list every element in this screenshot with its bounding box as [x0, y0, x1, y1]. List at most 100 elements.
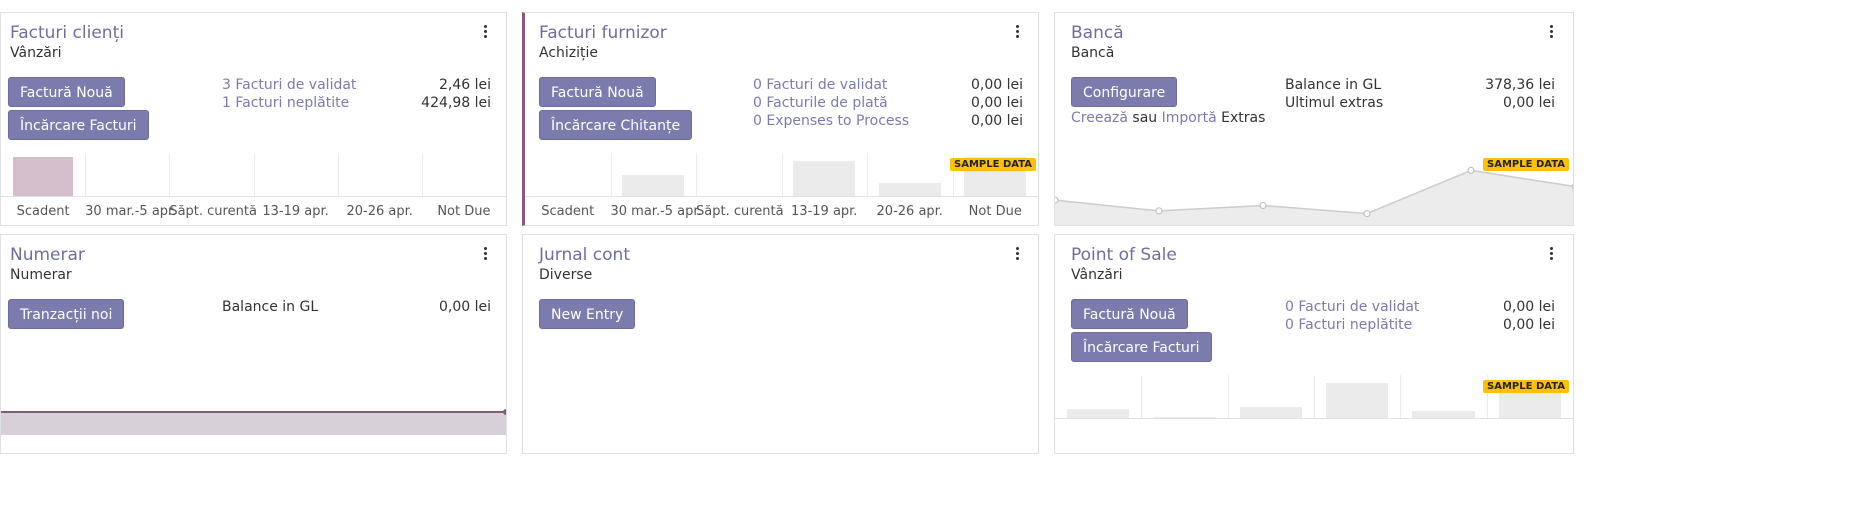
new-transactions-button[interactable]: Tranzacții noi: [8, 299, 125, 329]
cash-balance-chart[interactable]: [1, 405, 507, 435]
chart-column: [1141, 375, 1228, 419]
chart-point: [1155, 207, 1163, 215]
balance-gl-label: Balance in GL: [1285, 77, 1382, 93]
chart-tick-label: Săpt. curentă: [696, 204, 784, 219]
chart-point: [1571, 183, 1573, 190]
journal-card-jurnal-cont: Jurnal cont Diverse New Entry: [522, 234, 1039, 454]
more-options-icon[interactable]: [484, 25, 488, 40]
chart-bar[interactable]: [1326, 383, 1389, 419]
more-options-icon[interactable]: [1016, 25, 1020, 40]
chart-tick-label: 20-26 apr.: [876, 204, 943, 219]
unpaid-link[interactable]: 1 Facturi neplătite: [222, 95, 349, 111]
journal-card-facturi-clienti: Facturi clienți Vânzări Factură Nouă Înc…: [0, 12, 507, 226]
chart-column: [169, 153, 254, 197]
chart-tick-label: Scadent: [16, 204, 70, 219]
balance-gl-amount: 378,36 lei: [1485, 77, 1555, 93]
chart-column: [421, 153, 506, 197]
new-invoice-button[interactable]: Factură Nouă: [539, 77, 656, 107]
to-pay-link[interactable]: 0 Facturile de plată: [753, 95, 888, 111]
aged-receivables-chart[interactable]: [1, 153, 506, 197]
chart-column: [525, 153, 611, 197]
chart-point: [1363, 210, 1371, 218]
chart-point: [1259, 202, 1267, 209]
card-title[interactable]: Facturi furnizor: [539, 23, 667, 43]
chart-tick-label: Scadent: [541, 204, 595, 219]
card-title[interactable]: Facturi clienți: [10, 23, 124, 43]
more-options-icon[interactable]: [484, 247, 488, 262]
chart-tick-label: 30 mar.-5 apr.: [85, 204, 177, 219]
card-subtitle: Diverse: [539, 267, 593, 283]
journal-card-numerar: Numerar Numerar Tranzacții noi Balance i…: [0, 234, 507, 454]
card-subtitle: Vânzări: [1071, 267, 1123, 283]
journal-card-banca: Bancă Bancă Configurare Balance in GL 37…: [1054, 12, 1574, 226]
more-options-icon[interactable]: [1550, 247, 1554, 262]
balance-gl-label: Balance in GL: [222, 299, 319, 315]
to-validate-amount: 0,00 lei: [970, 77, 1023, 93]
chart-tick-label: 13-19 apr.: [791, 204, 858, 219]
chart-baseline: [1, 196, 506, 197]
new-entry-button[interactable]: New Entry: [539, 299, 636, 329]
to-validate-link[interactable]: 0 Facturi de validat: [753, 77, 887, 93]
chart-tick-label: Săpt. curentă: [169, 204, 257, 219]
balance-gl-amount: 0,00 lei: [438, 299, 491, 315]
more-options-icon[interactable]: [1550, 25, 1554, 40]
create-link[interactable]: Creează: [1071, 110, 1128, 126]
card-subtitle: Vânzări: [10, 45, 62, 61]
chart-column: [337, 153, 423, 197]
new-invoice-button[interactable]: Factură Nouă: [1071, 299, 1188, 329]
to-validate-link[interactable]: 3 Facturi de validat: [222, 77, 356, 93]
upload-invoices-button[interactable]: Încărcare Facturi: [8, 110, 149, 140]
extras-text: Extras: [1221, 110, 1266, 126]
more-options-icon[interactable]: [1016, 247, 1020, 262]
to-validate-amount: 2,46 lei: [438, 77, 491, 93]
chart-area: [1055, 170, 1573, 225]
chart-point: [1055, 196, 1059, 204]
chart-bar[interactable]: [793, 161, 856, 197]
expenses-amount: 0,00 lei: [970, 113, 1023, 129]
unpaid-amount: 0,00 lei: [1502, 317, 1555, 333]
unpaid-amount: 424,98 lei: [421, 95, 491, 111]
last-statement-amount: 0,00 lei: [1502, 95, 1555, 111]
card-subtitle: Achiziție: [539, 45, 599, 61]
card-title[interactable]: Numerar: [10, 245, 85, 265]
chart-tick-label: Not Due: [437, 204, 491, 219]
chart-tick-label: Not Due: [968, 204, 1022, 219]
card-title[interactable]: Jurnal cont: [539, 245, 630, 265]
chart-bar[interactable]: [12, 157, 74, 197]
sample-data-badge: SAMPLE DATA: [1483, 380, 1569, 393]
card-title[interactable]: Point of Sale: [1071, 245, 1177, 265]
journal-card-facturi-furnizor: Facturi furnizor Achiziție Factură Nouă …: [522, 12, 1039, 226]
card-subtitle: Bancă: [1071, 45, 1115, 61]
card-title[interactable]: Bancă: [1071, 23, 1124, 43]
chart-column: [85, 153, 170, 197]
chart-bar[interactable]: [878, 183, 941, 197]
last-statement-label: Ultimul extras: [1285, 95, 1384, 111]
upload-receipts-button[interactable]: Încărcare Chitanțe: [539, 110, 693, 140]
chart-column: [696, 153, 783, 197]
sample-data-badge: SAMPLE DATA: [1483, 158, 1569, 171]
chart-tick-label: 30 mar.-5 apr.: [610, 204, 702, 219]
journal-card-point-of-sale: Point of Sale Vânzări Factură Nouă Încăr…: [1054, 234, 1574, 454]
chart-point: [1467, 166, 1475, 174]
chart-bar[interactable]: [1498, 389, 1561, 419]
upload-invoices-button[interactable]: Încărcare Facturi: [1071, 332, 1212, 362]
to-validate-link[interactable]: 0 Facturi de validat: [1285, 299, 1419, 315]
import-link[interactable]: Importă: [1162, 110, 1217, 126]
new-invoice-button[interactable]: Factură Nouă: [8, 77, 125, 107]
sample-data-badge: SAMPLE DATA: [950, 158, 1036, 171]
create-import-line: Creează sau Importă Extras: [1071, 110, 1265, 126]
or-text: sau: [1132, 110, 1158, 126]
chart-baseline: [525, 196, 1038, 197]
chart-bar[interactable]: [622, 175, 685, 197]
chart-area: [1, 412, 506, 435]
configure-button[interactable]: Configurare: [1071, 77, 1178, 107]
chart-tick-label: 13-19 apr.: [262, 204, 329, 219]
chart-column: [253, 153, 339, 197]
chart-tick-label: 20-26 apr.: [346, 204, 413, 219]
to-pay-amount: 0,00 lei: [970, 95, 1023, 111]
expenses-link[interactable]: 0 Expenses to Process: [753, 113, 909, 129]
to-validate-amount: 0,00 lei: [1502, 299, 1555, 315]
unpaid-link[interactable]: 0 Facturi neplătite: [1285, 317, 1412, 333]
chart-baseline: [1055, 418, 1573, 419]
card-subtitle: Numerar: [10, 267, 72, 283]
